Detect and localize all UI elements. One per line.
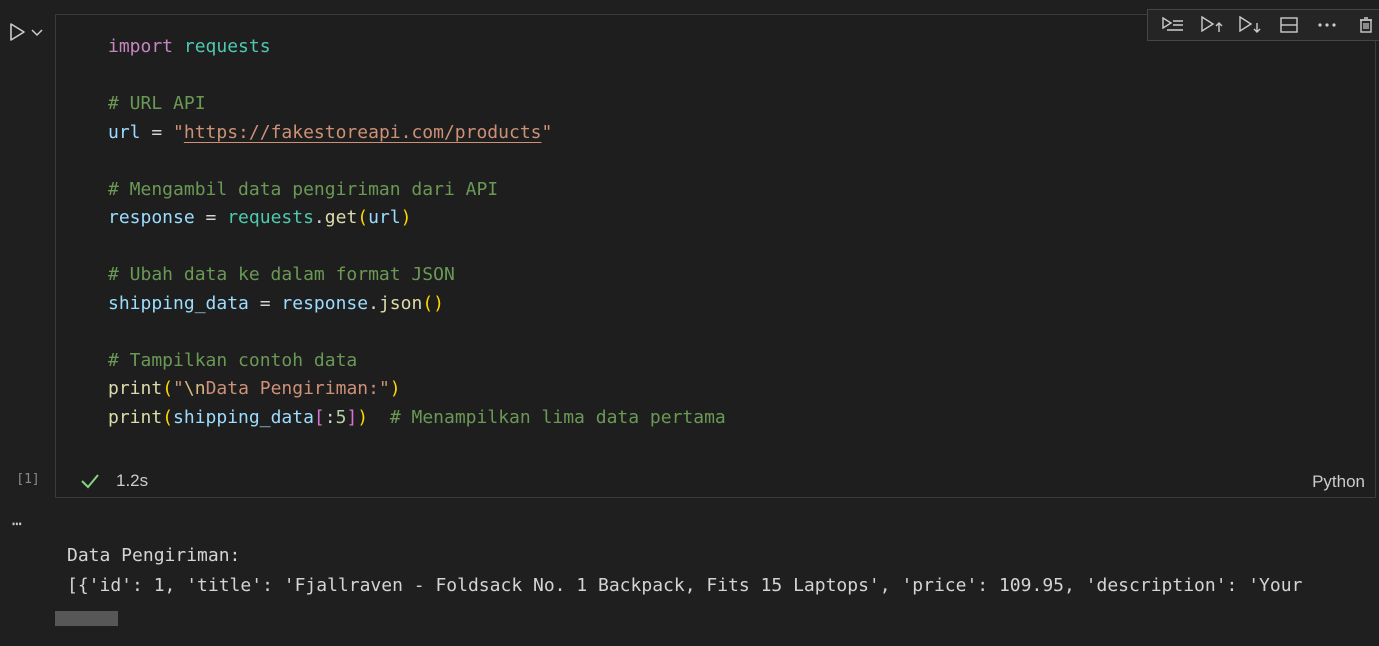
execute-above-icon — [1201, 15, 1223, 33]
delete-cell-button[interactable] — [1354, 13, 1378, 37]
code-line: import requests — [108, 36, 271, 57]
execute-below-button[interactable] — [1238, 13, 1262, 37]
cell-toolbar — [1147, 9, 1379, 41]
run-by-line-button[interactable] — [1161, 13, 1185, 37]
check-icon — [80, 471, 100, 491]
execution-duration: 1.2s — [116, 471, 149, 490]
output-line: Data Pengiriman: — [67, 545, 241, 566]
url-link[interactable]: https://fakestoreapi.com/products — [184, 122, 542, 143]
run-by-line-icon — [1162, 16, 1184, 31]
code-line: response = requests.get(url) — [108, 207, 412, 228]
play-icon — [10, 23, 25, 41]
code-line: url = "https://fakestoreapi.com/products… — [108, 121, 553, 143]
code-cell[interactable]: import requests # URL API url = "https:/… — [55, 9, 1379, 498]
code-line: print(shipping_data[:5]) # Menampilkan l… — [108, 406, 726, 428]
code-comment: # Ubah data ke dalam format JSON — [108, 264, 455, 285]
code-comment: # Mengambil data pengiriman dari API — [108, 178, 499, 200]
chevron-down-icon[interactable] — [30, 25, 44, 39]
code-editor[interactable]: import requests # URL API url = "https:/… — [108, 33, 726, 432]
kernel-language[interactable]: Python — [1312, 472, 1365, 492]
execution-status: 1.2s — [80, 471, 148, 491]
code-line: print("\nData Pengiriman:") — [108, 378, 401, 399]
run-cell-button[interactable] — [6, 18, 50, 46]
output-more-icon[interactable]: ⋯ — [12, 514, 23, 533]
cell-output: Data Pengiriman: [{'id': 1, 'title': 'Fj… — [67, 541, 1379, 600]
split-cell-icon — [1280, 17, 1298, 33]
output-line: [{'id': 1, 'title': 'Fjallraven - Foldsa… — [67, 574, 1303, 596]
more-actions-button[interactable] — [1315, 13, 1339, 37]
delete-icon — [1359, 17, 1372, 33]
more-icon — [1318, 23, 1336, 27]
execute-below-icon — [1239, 15, 1261, 33]
code-comment: # URL API — [108, 93, 206, 114]
code-line: shipping_data = response.json() — [108, 292, 444, 314]
execute-above-button[interactable] — [1200, 13, 1224, 37]
execution-count: [1] — [16, 472, 40, 487]
notebook-page: [1] import requests # URL API url = "htt… — [0, 0, 1379, 646]
code-comment: # Tampilkan contoh data — [108, 349, 358, 371]
horizontal-scrollbar[interactable] — [55, 611, 118, 626]
split-cell-button[interactable] — [1277, 13, 1301, 37]
